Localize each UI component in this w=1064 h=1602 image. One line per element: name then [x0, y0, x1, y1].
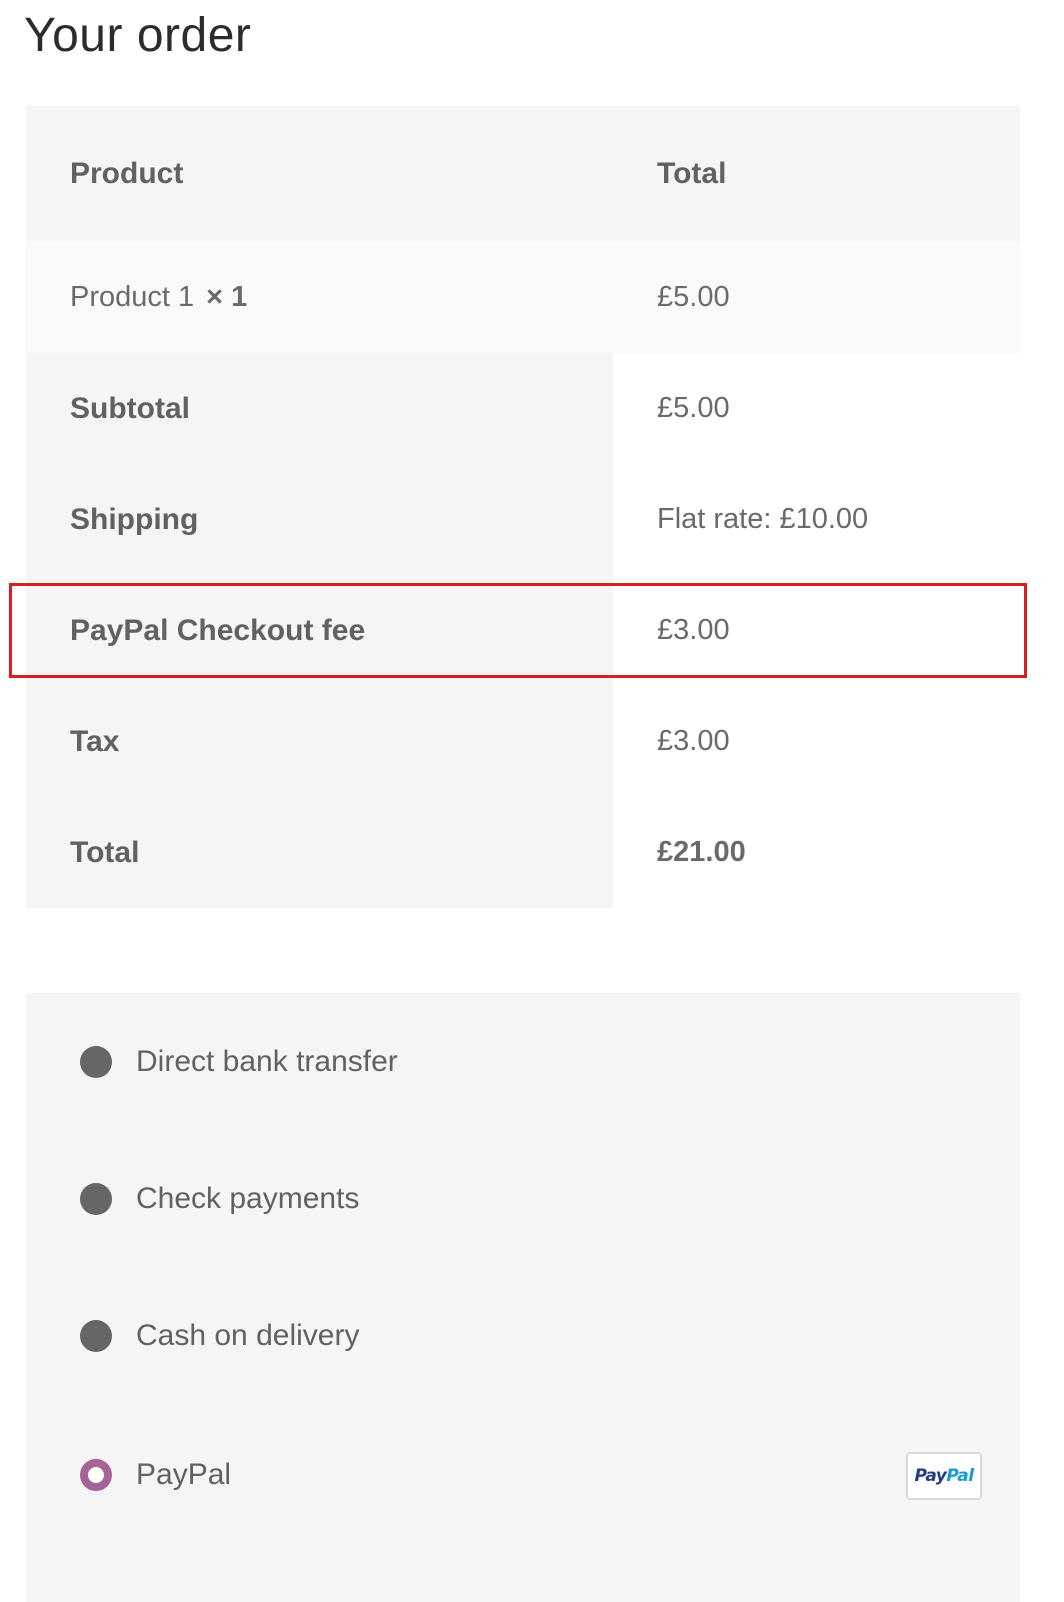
order-total-row: Total £21.00: [26, 797, 1020, 908]
product-name-cell: Product 1 × 1: [26, 241, 613, 353]
subtotal-row: Subtotal £5.00: [26, 353, 1020, 464]
cart-item-row: Product 1 × 1 £5.00: [26, 241, 1020, 353]
page-title: Your order: [24, 9, 252, 62]
payment-method-label[interactable]: Check payments: [136, 1182, 359, 1216]
radio-button-icon[interactable]: [80, 1320, 112, 1352]
payment-method-cash-on-delivery[interactable]: Cash on delivery: [80, 1306, 990, 1366]
payment-method-label[interactable]: PayPal: [136, 1458, 231, 1492]
payment-method-label[interactable]: Direct bank transfer: [136, 1045, 398, 1079]
order-total-label: Total: [26, 797, 613, 908]
tax-label: Tax: [26, 686, 613, 797]
payment-method-bank-transfer[interactable]: Direct bank transfer: [80, 1032, 990, 1092]
tax-value: £3.00: [613, 686, 1020, 797]
radio-button-selected-icon[interactable]: [80, 1459, 112, 1491]
order-total-value: £21.00: [613, 797, 1020, 908]
payment-method-paypal[interactable]: PayPal Pay Pal: [80, 1445, 990, 1505]
paypal-logo-text-pay: Pay: [914, 1466, 947, 1486]
order-review-table: Product Total Product 1 × 1 £5.00 Subtot…: [26, 106, 1020, 908]
fee-value: £3.00: [613, 575, 1020, 686]
payment-method-check-payments[interactable]: Check payments: [80, 1169, 990, 1229]
shipping-label: Shipping: [26, 464, 613, 575]
payment-methods-panel: Direct bank transfer Check payments Cash…: [26, 993, 1020, 1602]
paypal-logo-text-pal: Pal: [946, 1466, 974, 1486]
product-total: £5.00: [657, 280, 730, 313]
total-column-header: Total: [657, 156, 727, 190]
radio-button-icon[interactable]: [80, 1183, 112, 1215]
subtotal-label: Subtotal: [26, 353, 613, 464]
radio-button-icon[interactable]: [80, 1046, 112, 1078]
shipping-value: Flat rate: £10.00: [613, 464, 1020, 575]
table-header-row: Product Total: [26, 106, 1020, 241]
shipping-row: Shipping Flat rate: £10.00: [26, 464, 1020, 575]
subtotal-value: £5.00: [613, 353, 1020, 464]
paypal-logo-icon: Pay Pal: [906, 1452, 982, 1500]
fee-label: PayPal Checkout fee: [26, 575, 613, 686]
product-quantity: × 1: [206, 280, 248, 313]
product-name: Product 1: [70, 280, 195, 313]
payment-method-label[interactable]: Cash on delivery: [136, 1319, 359, 1353]
fee-row: PayPal Checkout fee £3.00: [26, 575, 1020, 686]
tax-row: Tax £3.00: [26, 686, 1020, 797]
product-column-header: Product: [70, 156, 184, 190]
